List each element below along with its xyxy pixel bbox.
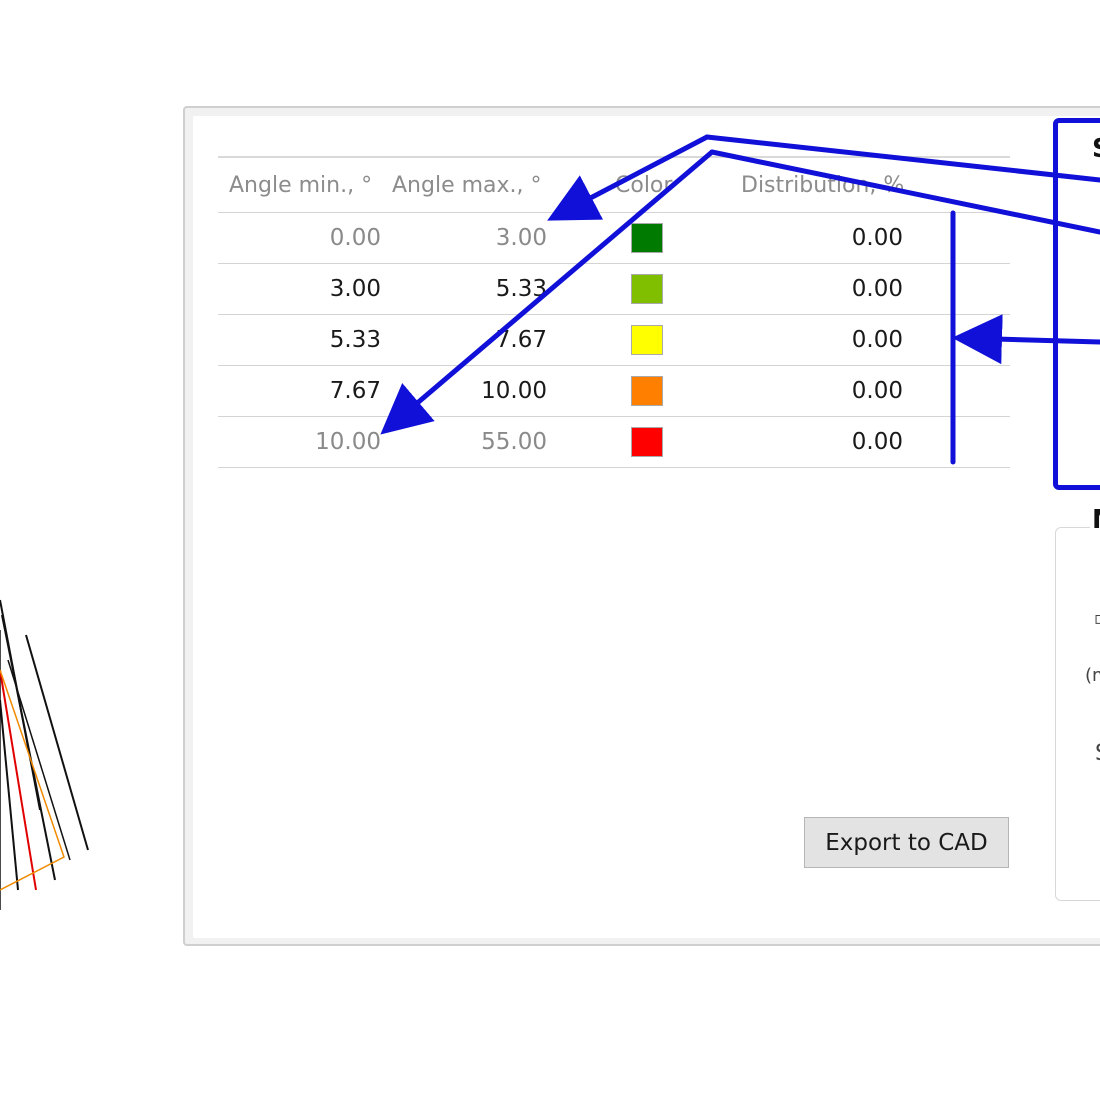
- secondary-group-label: M: [1090, 505, 1100, 535]
- cell-color[interactable]: [598, 315, 688, 365]
- label-fragment: S: [1095, 741, 1100, 766]
- color-swatch[interactable]: [631, 274, 663, 304]
- color-swatch[interactable]: [631, 325, 663, 355]
- cell-distribution: 0.00: [851, 276, 903, 302]
- angle-distribution-table: Angle min., ° Angle max., ° Color Distri…: [218, 156, 1010, 468]
- cell-angle-min[interactable]: 0.00: [218, 213, 381, 263]
- cell-distribution: 0.00: [851, 327, 903, 353]
- cell-color[interactable]: [598, 264, 688, 314]
- color-swatch[interactable]: [631, 427, 663, 457]
- input-fragment-icon: ▫: [1094, 608, 1100, 629]
- color-swatch[interactable]: [631, 376, 663, 406]
- cell-distribution: 0.00: [851, 225, 903, 251]
- header-angle-max[interactable]: Angle max., °: [392, 158, 558, 212]
- settings-group-box: [1053, 118, 1100, 490]
- table-row[interactable]: 5.33 7.67 0.00: [218, 315, 1010, 366]
- table-row[interactable]: 0.00 3.00 0.00: [218, 213, 1010, 264]
- cell-color[interactable]: [598, 213, 688, 263]
- header-angle-min[interactable]: Angle min., °: [229, 158, 392, 212]
- settings-group-label: S: [1092, 134, 1100, 164]
- cell-angle-max[interactable]: 55.00: [381, 417, 547, 467]
- header-distribution[interactable]: Distribution, %: [741, 158, 956, 212]
- cell-angle-max[interactable]: 10.00: [381, 366, 547, 416]
- cad-preview-fragment: [0, 599, 89, 910]
- cell-angle-min[interactable]: 7.67: [218, 366, 381, 416]
- cell-color[interactable]: [598, 417, 688, 467]
- color-swatch[interactable]: [631, 223, 663, 253]
- table-header-row: Angle min., ° Angle max., ° Color Distri…: [218, 156, 1010, 213]
- cell-angle-min[interactable]: 5.33: [218, 315, 381, 365]
- table-row[interactable]: 10.00 55.00 0.00: [218, 417, 1010, 468]
- table-row[interactable]: 7.67 10.00 0.00: [218, 366, 1010, 417]
- cell-angle-max[interactable]: 5.33: [381, 264, 547, 314]
- cell-angle-max[interactable]: 7.67: [381, 315, 547, 365]
- cell-angle-min[interactable]: 3.00: [218, 264, 381, 314]
- cell-angle-max[interactable]: 3.00: [381, 213, 547, 263]
- header-color[interactable]: Color: [615, 158, 705, 212]
- cell-angle-min[interactable]: 10.00: [218, 417, 381, 467]
- secondary-group-box: [1055, 527, 1100, 901]
- screenshot-stage: Angle min., ° Angle max., ° Color Distri…: [0, 0, 1100, 1100]
- unit-label-fragment: (m: [1085, 665, 1100, 686]
- cell-distribution: 0.00: [851, 378, 903, 404]
- table-row[interactable]: 3.00 5.33 0.00: [218, 264, 1010, 315]
- cell-color[interactable]: [598, 366, 688, 416]
- export-to-cad-button[interactable]: Export to CAD: [804, 817, 1009, 868]
- cell-distribution: 0.00: [851, 429, 903, 455]
